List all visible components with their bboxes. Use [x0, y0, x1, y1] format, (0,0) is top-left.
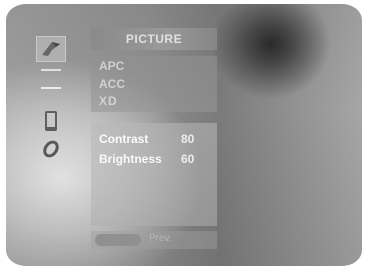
prev-label: Prev.	[149, 233, 172, 244]
sidebar-item-time[interactable]	[36, 82, 66, 94]
picture-icon	[38, 38, 64, 60]
time-icon	[38, 85, 64, 91]
sound-icon	[38, 67, 64, 73]
tv-screen: PICTURE APC ACC XD Contrast 80 Brightnes…	[6, 4, 362, 266]
menu-item-xd[interactable]: XD	[99, 94, 118, 108]
sidebar-item-sound[interactable]	[36, 64, 66, 76]
brightness-label[interactable]: Brightness	[99, 152, 162, 166]
contrast-value: 80	[181, 132, 195, 146]
footer-bar: Prev.	[91, 231, 217, 249]
brightness-value: 60	[181, 152, 195, 166]
menu-title: PICTURE	[91, 28, 217, 50]
sidebar-item-picture[interactable]	[36, 36, 66, 62]
submenu-panel: Contrast 80 Brightness 60	[91, 123, 217, 226]
sidebar-item-special[interactable]	[36, 108, 66, 134]
menu-list: APC ACC XD	[91, 56, 217, 112]
contrast-label[interactable]: Contrast	[99, 132, 148, 146]
menu-item-acc[interactable]: ACC	[99, 77, 125, 91]
screen-icon	[40, 138, 62, 160]
menu-item-apc[interactable]: APC	[99, 59, 124, 73]
prev-button[interactable]	[95, 234, 141, 246]
special-icon	[41, 109, 61, 133]
sidebar-item-screen[interactable]	[36, 136, 66, 162]
